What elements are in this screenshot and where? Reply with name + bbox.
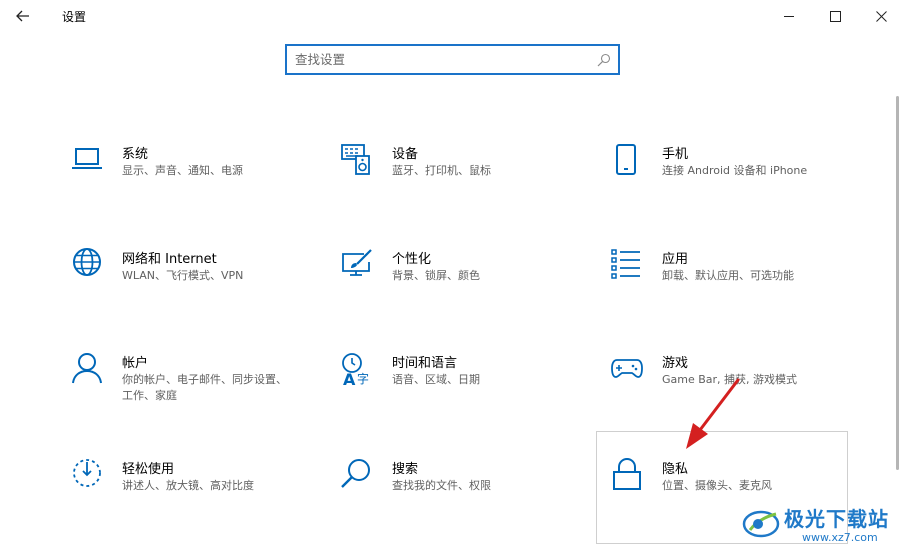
tile-system[interactable]: 系统 显示、声音、通知、电源 <box>70 143 320 223</box>
tile-title: 个性化 <box>392 252 432 267</box>
title-bar: 设置 <box>0 0 904 32</box>
keyboard-speaker-icon <box>340 143 374 177</box>
svg-text:A: A <box>343 370 356 386</box>
tile-network[interactable]: 网络和 Internet WLAN、飞行模式、VPN <box>70 248 320 328</box>
search-input[interactable] <box>295 46 585 73</box>
tile-title: 应用 <box>662 252 689 267</box>
person-icon <box>70 352 104 386</box>
tile-ease-of-access[interactable]: 轻松使用 讲述人、放大镜、高对比度 <box>70 458 320 538</box>
tile-personalization[interactable]: 个性化 背景、锁屏、颜色 <box>340 248 590 328</box>
tile-description: 卸载、默认应用、可选功能 <box>662 269 794 282</box>
tile-phone[interactable]: 手机 连接 Android 设备和 iPhone <box>610 143 860 223</box>
tile-description: Game Bar, 捕获, 游戏模式 <box>662 373 798 386</box>
back-arrow-icon <box>16 10 29 22</box>
tile-apps[interactable]: 应用 卸载、默认应用、可选功能 <box>610 248 860 328</box>
ease-of-access-icon <box>70 458 104 492</box>
apps-list-icon <box>610 248 644 282</box>
tile-description: 位置、摄像头、麦克风 <box>662 479 772 492</box>
tile-description: 语音、区域、日期 <box>392 373 480 386</box>
tile-accounts[interactable]: 帐户 你的帐户、电子邮件、同步设置、工作、家庭 <box>70 352 320 432</box>
tile-title: 时间和语言 <box>392 356 458 371</box>
maximize-button[interactable] <box>812 0 858 32</box>
minimize-button[interactable] <box>766 0 812 32</box>
magnifier-icon <box>340 458 374 492</box>
window-title: 设置 <box>62 10 87 24</box>
tile-title: 帐户 <box>122 356 149 371</box>
tile-title: 网络和 Internet <box>122 252 217 267</box>
tile-gaming[interactable]: 游戏 Game Bar, 捕获, 游戏模式 <box>610 352 860 432</box>
watermark-name: 极光下载站 <box>784 507 889 531</box>
minimize-icon <box>783 15 794 17</box>
watermark: 极光下载站 www.xz7.com <box>742 500 902 550</box>
search-icon[interactable] <box>596 52 612 68</box>
tile-description: 显示、声音、通知、电源 <box>122 164 243 177</box>
back-button[interactable] <box>0 0 46 32</box>
paint-monitor-icon <box>340 248 374 282</box>
watermark-logo-icon <box>742 510 780 538</box>
phone-icon <box>610 143 644 177</box>
lock-icon <box>610 458 644 492</box>
globe-icon <box>70 248 104 282</box>
tile-title: 隐私 <box>662 462 689 477</box>
tile-description: WLAN、飞行模式、VPN <box>122 269 244 282</box>
tile-title: 手机 <box>662 147 689 162</box>
tile-description: 蓝牙、打印机、鼠标 <box>392 164 491 177</box>
tile-title: 设备 <box>392 147 419 162</box>
close-button[interactable] <box>858 0 904 32</box>
tile-description: 背景、锁屏、颜色 <box>392 269 480 282</box>
tile-title: 搜索 <box>392 462 419 477</box>
laptop-icon <box>70 143 104 177</box>
tile-time-language[interactable]: A字 时间和语言 语音、区域、日期 <box>340 352 590 432</box>
search-box[interactable] <box>285 44 620 75</box>
tile-description: 查找我的文件、权限 <box>392 479 491 492</box>
watermark-url: www.xz7.com <box>802 531 878 544</box>
tile-title: 游戏 <box>662 356 689 371</box>
tile-title: 系统 <box>122 147 149 162</box>
svg-text:字: 字 <box>357 371 369 386</box>
tile-description: 讲述人、放大镜、高对比度 <box>122 479 254 492</box>
tile-devices[interactable]: 设备 蓝牙、打印机、鼠标 <box>340 143 590 223</box>
time-language-icon: A字 <box>340 352 374 389</box>
tile-title: 轻松使用 <box>122 462 175 477</box>
maximize-icon <box>829 10 841 22</box>
close-icon <box>875 10 887 22</box>
gamepad-icon <box>610 352 644 386</box>
tile-description: 你的帐户、电子邮件、同步设置、工作、家庭 <box>122 373 287 402</box>
tile-search[interactable]: 搜索 查找我的文件、权限 <box>340 458 590 538</box>
tile-description: 连接 Android 设备和 iPhone <box>662 164 808 177</box>
scrollbar[interactable] <box>896 96 899 470</box>
